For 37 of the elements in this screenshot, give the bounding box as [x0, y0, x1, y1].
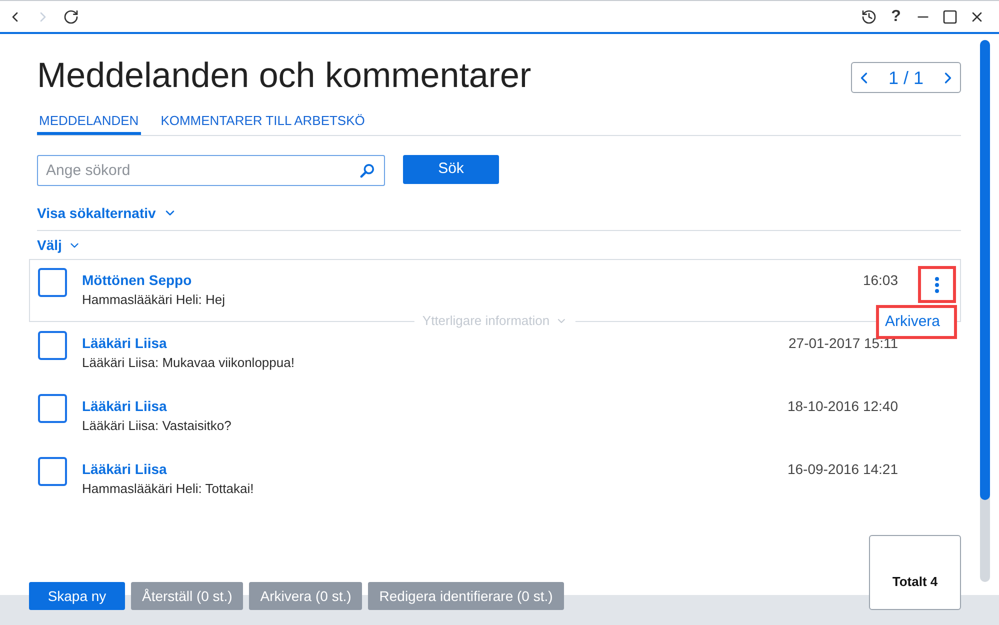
sender-name[interactable]: Lääkäri Liisa [82, 459, 788, 479]
page-indicator: 1 / 1 [888, 66, 924, 88]
archive-menu-item[interactable]: Arkivera [876, 305, 957, 339]
page-title: Meddelanden och kommentarer [37, 55, 532, 97]
action-button[interactable]: Skapa ny [29, 582, 125, 610]
maximize-icon[interactable] [942, 8, 958, 24]
checkbox[interactable] [38, 331, 67, 360]
message-time: 16:03 [862, 271, 898, 290]
message-time: 16-09-2016 14:21 [787, 460, 898, 479]
sender-name[interactable]: Lääkäri Liisa [82, 396, 788, 416]
scrollbar-thumb[interactable] [980, 40, 990, 500]
search-options-toggle[interactable]: Visa sökalternativ [37, 203, 177, 223]
help-button[interactable]: ? [888, 8, 904, 24]
message-time: 18-10-2016 12:40 [787, 397, 898, 416]
reload-icon[interactable] [63, 8, 79, 24]
checkbox[interactable] [38, 457, 67, 486]
search-field[interactable]: Ange sökord [37, 155, 385, 186]
history-icon[interactable] [861, 8, 877, 24]
message-preview: Hammaslääkäri Heli: Tottakai! [82, 480, 255, 498]
select-dropdown[interactable]: Välj [37, 236, 81, 254]
checkbox[interactable] [38, 394, 67, 423]
message-row[interactable]: Lääkäri Liisa Lääkäri Liisa: Vastaisitko? 18-10-2016 12:40 [29, 394, 961, 448]
message-row[interactable]: Lääkäri Liisa Hammaslääkäri Heli: Tottakai! 16-09-2016 14:21 [29, 457, 961, 511]
sender-name[interactable]: Möttönen Seppo [82, 270, 863, 290]
message-preview: Lääkäri Liisa: Mukavaa viikonloppua! [82, 354, 296, 372]
more-options-button[interactable] [918, 266, 956, 303]
message-preview: Lääkäri Liisa: Vastaisitko? [82, 417, 232, 435]
tab[interactable]: KOMMENTARER TILL ARBETSKÖ [158, 112, 367, 135]
sender-name[interactable]: Lääkäri Liisa [82, 333, 788, 353]
message-preview: Hammaslääkäri Heli: Hej [82, 291, 226, 309]
tab[interactable]: MEDDELANDEN [37, 112, 141, 135]
search-icon[interactable] [360, 163, 375, 178]
vertical-dots-icon [935, 276, 939, 292]
checkbox[interactable] [38, 268, 67, 297]
search-button[interactable]: Sök [403, 155, 499, 184]
total-count: Totalt 4 [892, 573, 938, 592]
scrollbar-track[interactable] [980, 40, 990, 582]
